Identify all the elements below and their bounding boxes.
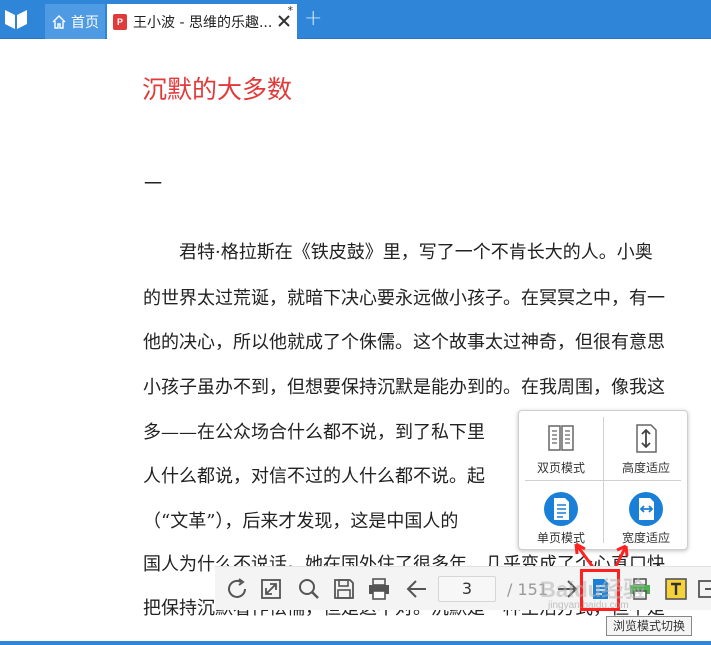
home-icon <box>52 14 66 29</box>
paragraph-line: （“文革”），后来才发现，这是中国人的 <box>143 511 459 532</box>
fullscreen-icon[interactable] <box>259 577 283 601</box>
new-tab-button[interactable]: + <box>304 8 322 30</box>
window-bottom-edge <box>0 641 711 645</box>
paragraph-line: 人什么都说，对信不过的人什么都不说。起 <box>143 466 485 487</box>
paragraph-line: 的世界太过荒诞，就暗下决心要永远做小孩子。在冥冥之中，有一 <box>143 288 665 309</box>
document-title: 沉默的大多数 <box>142 75 293 104</box>
tab-document-title: 王小波 - 思维的乐趣... <box>133 14 271 31</box>
double-page-mode-label: 双页模式 <box>536 461 585 475</box>
print-icon[interactable] <box>367 577 391 601</box>
view-mode-popup: 双页模式 高度适应 单页模式 宽度适应 <box>518 410 688 550</box>
tab-document[interactable]: P 王小波 - 思维的乐趣... * <box>107 4 297 39</box>
section-number: 一 <box>144 174 162 195</box>
paragraph-line: 小孩子虽办不到，但想要保持沉默是能办到的。在我周围，像我这 <box>143 377 665 398</box>
tab-bar: 首页 P 王小波 - 思维的乐趣... * + <box>0 0 711 39</box>
exit-icon[interactable] <box>697 577 711 601</box>
single-page-icon <box>544 492 578 526</box>
search-icon[interactable] <box>297 577 321 601</box>
paragraph-line: 他的决心，所以他就成了个侏儒。这个故事太过神奇，但很有意思 <box>143 332 665 353</box>
fit-height-button[interactable]: 高度适应 <box>604 411 688 480</box>
watermark-url: jingyan.baidu.com <box>548 600 629 611</box>
pdf-file-icon: P <box>113 13 127 30</box>
page-number-input[interactable]: 3 <box>438 576 496 602</box>
view-mode-tooltip: 浏览模式切换 <box>606 616 693 636</box>
paragraph-line: 君特·格拉斯在《铁皮鼓》里，写了一个不肯长大的人。小奥 <box>143 242 653 263</box>
app-logo-icon <box>5 10 27 29</box>
double-page-icon <box>548 425 574 451</box>
tab-home[interactable]: 首页 <box>45 4 105 39</box>
fit-height-icon <box>636 424 657 453</box>
double-page-mode-button[interactable]: 双页模式 <box>519 411 603 480</box>
rotate-icon[interactable] <box>225 577 249 601</box>
tab-home-label: 首页 <box>71 14 99 31</box>
close-tab-icon[interactable] <box>277 14 291 28</box>
fit-height-label: 高度适应 <box>621 461 670 475</box>
previous-page-icon[interactable] <box>405 577 429 601</box>
fit-width-icon <box>629 492 663 526</box>
paragraph-line: 多——在公众场合什么都不说，到了私下里 <box>143 422 485 443</box>
save-icon[interactable] <box>332 577 356 601</box>
text-select-icon[interactable] <box>664 577 688 601</box>
